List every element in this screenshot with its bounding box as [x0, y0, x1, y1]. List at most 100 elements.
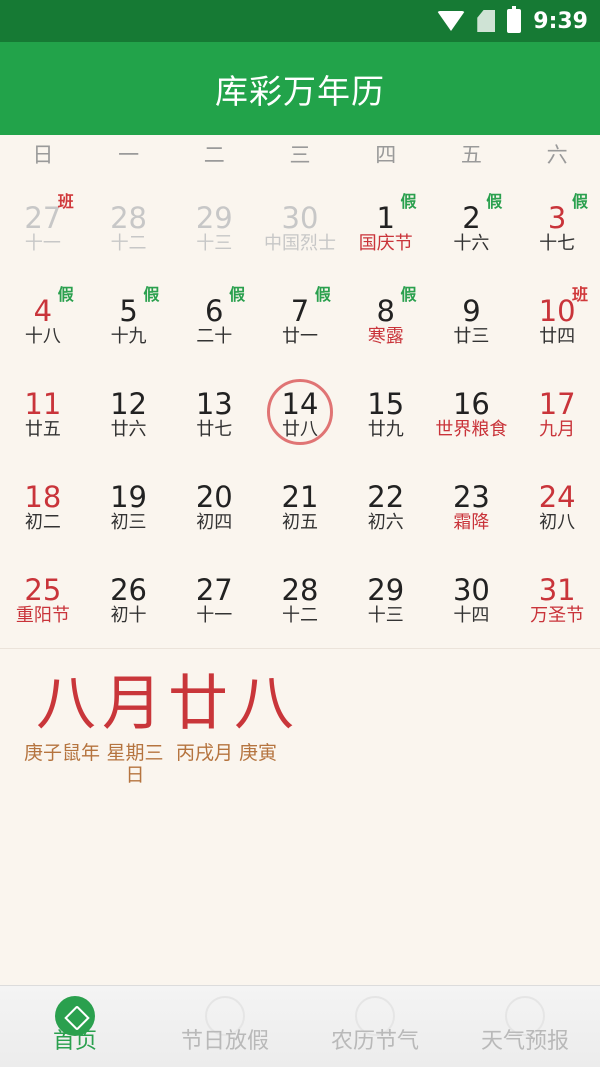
calendar-day[interactable]: 26 初十: [86, 557, 172, 650]
day-lunar: 初五: [281, 512, 318, 533]
wifi-icon: [437, 11, 466, 31]
day-lunar: 霜降: [453, 512, 490, 533]
day-number: 29: [195, 201, 233, 235]
calendar-day[interactable]: 8 寒露假: [343, 278, 429, 371]
day-lunar: 初十: [110, 605, 147, 626]
weekday-tue: 二: [203, 143, 225, 167]
calendar-day[interactable]: 29 十三: [171, 185, 257, 278]
weekday-name: 星期三: [106, 742, 164, 764]
day-number: 28: [110, 201, 148, 235]
day-lunar: 廿一: [281, 326, 318, 347]
day-lunar: 廿七: [196, 419, 233, 440]
weekday-sun: 日: [32, 143, 54, 167]
day-lunar: 十八: [24, 326, 61, 347]
workday-badge: 班: [571, 285, 588, 304]
day-number: 30: [452, 573, 490, 607]
day-lunar: 初六: [367, 512, 404, 533]
day-lunar: 十九: [110, 326, 147, 347]
month-ganzhi: 丙戌月: [176, 742, 234, 764]
holiday-badge: 假: [143, 285, 160, 304]
calendar-day[interactable]: 18 初二: [0, 464, 86, 557]
calendar-day[interactable]: 30 十四: [429, 557, 515, 650]
day-number: 30: [281, 201, 319, 235]
calendar-day[interactable]: 16 世界粮食: [429, 371, 515, 464]
day-lunar: 十三: [196, 233, 233, 254]
calendar-day[interactable]: 31 万圣节: [514, 557, 600, 650]
calendar-day[interactable]: 5 十九假: [86, 278, 172, 371]
calendar-day[interactable]: 23 霜降: [429, 464, 515, 557]
calendar-day[interactable]: 27 十一班: [0, 185, 86, 278]
calendar-day[interactable]: 12 廿六: [86, 371, 172, 464]
calendar-day[interactable]: 22 初六: [343, 464, 429, 557]
calendar-day[interactable]: 2 十六假: [429, 185, 515, 278]
calendar-day-today[interactable]: 14 廿八: [257, 371, 343, 464]
day-lunar: 十一: [196, 605, 233, 626]
day-number: 22: [367, 480, 405, 514]
holiday-badge: 假: [400, 192, 417, 211]
battery-charging-icon: [507, 6, 522, 33]
calendar-day[interactable]: 15 廿九: [343, 371, 429, 464]
calendar-day[interactable]: 24 初八: [514, 464, 600, 557]
calendar-day[interactable]: 13 廿七: [171, 371, 257, 464]
day-number: 11: [24, 387, 62, 421]
calendar-day[interactable]: 1 国庆节假: [343, 185, 429, 278]
weekday-text: 星期三日: [106, 742, 170, 786]
day-number: 20: [195, 480, 233, 514]
day-lunar: 万圣节: [530, 605, 585, 626]
weekday-wed: 三: [289, 143, 311, 167]
year-ganzhi: 庚子鼠年: [24, 742, 101, 764]
calendar-day[interactable]: 11 廿五: [0, 371, 86, 464]
holiday-badge: 假: [571, 192, 588, 211]
day-number: 16: [452, 387, 490, 421]
holiday-badge: 假: [486, 192, 503, 211]
calendar-day[interactable]: 17 九月: [514, 371, 600, 464]
day-lunar: 初四: [196, 512, 233, 533]
holiday-badge: 假: [229, 285, 246, 304]
calendar-day[interactable]: 28 十二: [86, 185, 172, 278]
day-lunar: 廿四: [539, 326, 576, 347]
tab-label: 节日放假: [180, 1029, 269, 1054]
day-lunar: 中国烈士: [263, 233, 336, 254]
weekday-header: 日 一 二 三 四 五 六: [0, 140, 600, 170]
status-time: 9:39: [533, 8, 588, 34]
tab-home[interactable]: 首页: [0, 986, 150, 1067]
calendar-day[interactable]: 25 重阳节: [0, 557, 86, 650]
calendar-day[interactable]: 29 十三: [343, 557, 429, 650]
day-number: 18: [24, 480, 62, 514]
day-number: 15: [367, 387, 405, 421]
bottom-tab-bar: 首页 节日放假 农历节气 天气预报: [0, 985, 600, 1067]
day-number: 19: [110, 480, 148, 514]
tab-holidays[interactable]: 节日放假: [150, 986, 300, 1067]
calendar-day[interactable]: 30 中国烈士: [257, 185, 343, 278]
day-number: 25: [24, 573, 62, 607]
calendar-day[interactable]: 9 廿三: [429, 278, 515, 371]
calendar-day[interactable]: 27 十一: [171, 557, 257, 650]
day-lunar: 廿五: [24, 419, 61, 440]
weekday-fri: 五: [460, 143, 482, 167]
day-number: 14: [281, 387, 319, 421]
calendar-day[interactable]: 20 初四: [171, 464, 257, 557]
calendar-day[interactable]: 4 十八假: [0, 278, 86, 371]
day-lunar: 寒露: [367, 326, 404, 347]
day-number: 28: [281, 573, 319, 607]
calendar-day[interactable]: 10 廿四班: [514, 278, 600, 371]
day-lunar: 十二: [281, 605, 318, 626]
status-bar: 9:39: [0, 0, 600, 42]
calendar-grid: 27 十一班 28 十二 29 十三 30 中国烈士 1 国庆节假 2 十六假 3 十七假 4…: [0, 185, 600, 650]
tab-weather[interactable]: 天气预报: [450, 986, 600, 1067]
day-lunar: 十二: [110, 233, 147, 254]
calendar-day[interactable]: 6 二十假: [171, 278, 257, 371]
day-lunar: 十六: [453, 233, 490, 254]
calendar-day[interactable]: 28 十二: [257, 557, 343, 650]
tab-solar-terms[interactable]: 农历节气: [300, 986, 450, 1067]
day-lunar: 初三: [110, 512, 147, 533]
calendar-day[interactable]: 19 初三: [86, 464, 172, 557]
calendar-day[interactable]: 3 十七假: [514, 185, 600, 278]
weekday-mon: 一: [118, 143, 140, 167]
calendar-day[interactable]: 7 廿一假: [257, 278, 343, 371]
calendar-day[interactable]: 21 初五: [257, 464, 343, 557]
workday-badge: 班: [57, 192, 74, 211]
day-lunar: 重阳节: [15, 605, 70, 626]
day-ganzhi: 庚寅: [239, 742, 278, 764]
day-number: 13: [195, 387, 233, 421]
